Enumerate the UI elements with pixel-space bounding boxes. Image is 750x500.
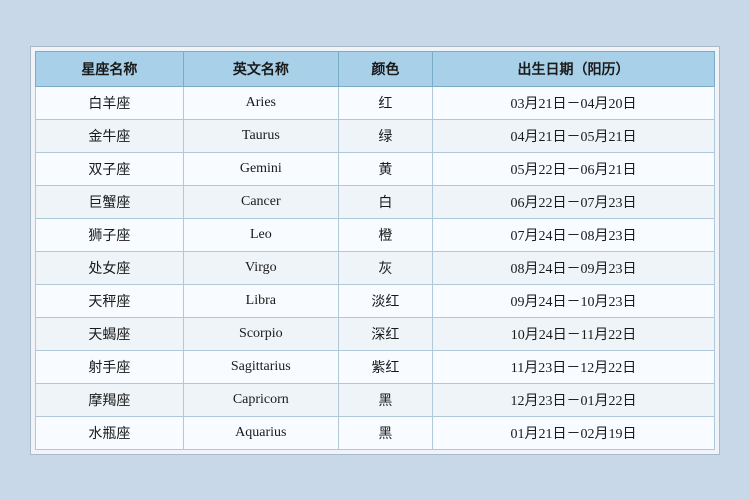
- cell-10-1: Aquarius: [183, 416, 338, 449]
- table-row: 摩羯座Capricorn黑12月23日－01月22日: [36, 383, 715, 416]
- cell-5-0: 处女座: [36, 251, 184, 284]
- cell-2-2: 黄: [338, 152, 432, 185]
- cell-6-3: 09月24日－10月23日: [432, 284, 714, 317]
- cell-5-2: 灰: [338, 251, 432, 284]
- cell-4-0: 狮子座: [36, 218, 184, 251]
- table-row: 天蝎座Scorpio深红10月24日－11月22日: [36, 317, 715, 350]
- table-body: 白羊座Aries红03月21日－04月20日金牛座Taurus绿04月21日－0…: [36, 86, 715, 449]
- cell-6-1: Libra: [183, 284, 338, 317]
- header-dates: 出生日期（阳历）: [432, 51, 714, 86]
- cell-1-2: 绿: [338, 119, 432, 152]
- cell-0-1: Aries: [183, 86, 338, 119]
- cell-6-2: 淡红: [338, 284, 432, 317]
- cell-4-3: 07月24日－08月23日: [432, 218, 714, 251]
- cell-7-3: 10月24日－11月22日: [432, 317, 714, 350]
- cell-1-3: 04月21日－05月21日: [432, 119, 714, 152]
- cell-8-3: 11月23日－12月22日: [432, 350, 714, 383]
- cell-8-2: 紫红: [338, 350, 432, 383]
- cell-4-2: 橙: [338, 218, 432, 251]
- cell-9-2: 黑: [338, 383, 432, 416]
- cell-8-1: Sagittarius: [183, 350, 338, 383]
- table-row: 白羊座Aries红03月21日－04月20日: [36, 86, 715, 119]
- table-row: 天秤座Libra淡红09月24日－10月23日: [36, 284, 715, 317]
- table-header-row: 星座名称 英文名称 颜色 出生日期（阳历）: [36, 51, 715, 86]
- cell-2-3: 05月22日－06月21日: [432, 152, 714, 185]
- cell-9-0: 摩羯座: [36, 383, 184, 416]
- cell-8-0: 射手座: [36, 350, 184, 383]
- header-en-name: 英文名称: [183, 51, 338, 86]
- cell-3-1: Cancer: [183, 185, 338, 218]
- zodiac-table: 星座名称 英文名称 颜色 出生日期（阳历） 白羊座Aries红03月21日－04…: [35, 51, 715, 450]
- table-row: 处女座Virgo灰08月24日－09月23日: [36, 251, 715, 284]
- header-zh-name: 星座名称: [36, 51, 184, 86]
- cell-4-1: Leo: [183, 218, 338, 251]
- cell-0-0: 白羊座: [36, 86, 184, 119]
- cell-10-3: 01月21日－02月19日: [432, 416, 714, 449]
- zodiac-table-container: 星座名称 英文名称 颜色 出生日期（阳历） 白羊座Aries红03月21日－04…: [30, 46, 720, 455]
- cell-3-2: 白: [338, 185, 432, 218]
- cell-0-3: 03月21日－04月20日: [432, 86, 714, 119]
- cell-9-3: 12月23日－01月22日: [432, 383, 714, 416]
- cell-5-3: 08月24日－09月23日: [432, 251, 714, 284]
- cell-0-2: 红: [338, 86, 432, 119]
- table-row: 金牛座Taurus绿04月21日－05月21日: [36, 119, 715, 152]
- cell-7-0: 天蝎座: [36, 317, 184, 350]
- cell-3-3: 06月22日－07月23日: [432, 185, 714, 218]
- cell-7-1: Scorpio: [183, 317, 338, 350]
- cell-9-1: Capricorn: [183, 383, 338, 416]
- cell-1-0: 金牛座: [36, 119, 184, 152]
- table-row: 双子座Gemini黄05月22日－06月21日: [36, 152, 715, 185]
- cell-1-1: Taurus: [183, 119, 338, 152]
- table-row: 射手座Sagittarius紫红11月23日－12月22日: [36, 350, 715, 383]
- cell-3-0: 巨蟹座: [36, 185, 184, 218]
- table-row: 水瓶座Aquarius黑01月21日－02月19日: [36, 416, 715, 449]
- cell-5-1: Virgo: [183, 251, 338, 284]
- table-row: 巨蟹座Cancer白06月22日－07月23日: [36, 185, 715, 218]
- header-color: 颜色: [338, 51, 432, 86]
- cell-7-2: 深红: [338, 317, 432, 350]
- cell-2-0: 双子座: [36, 152, 184, 185]
- cell-10-2: 黑: [338, 416, 432, 449]
- cell-10-0: 水瓶座: [36, 416, 184, 449]
- table-row: 狮子座Leo橙07月24日－08月23日: [36, 218, 715, 251]
- cell-6-0: 天秤座: [36, 284, 184, 317]
- cell-2-1: Gemini: [183, 152, 338, 185]
